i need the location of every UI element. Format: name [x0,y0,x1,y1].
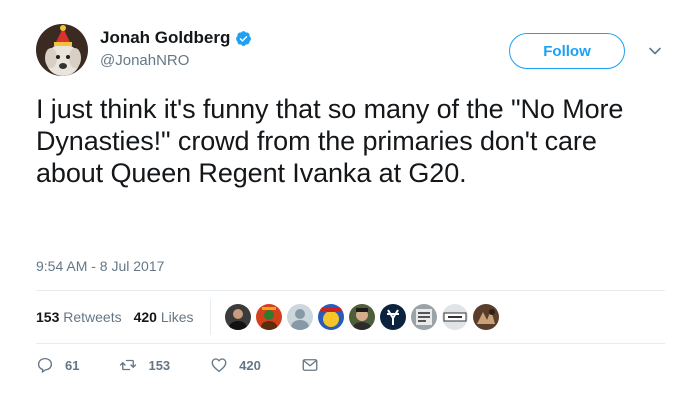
dog-avatar-icon [36,24,88,76]
direct-message-button[interactable] [301,356,319,374]
like-button[interactable]: 420 [210,356,261,374]
reply-count: 61 [65,357,80,373]
retweet-button[interactable]: 153 [119,356,170,374]
stats-separator [209,299,211,335]
author-display-name[interactable]: Jonah Goldberg [100,28,230,48]
retweets-stat[interactable]: 153 Retweets [36,309,122,325]
likes-stat[interactable]: 420 Likes [134,309,194,325]
artwork-avatar-icon [472,304,499,330]
yankees-logo-avatar-icon [379,304,406,330]
retweet-icon [120,359,137,371]
liker-avatar-8[interactable] [441,304,468,330]
liker-avatar-5[interactable] [348,304,375,330]
retweets-label: Retweets [63,309,122,325]
like-count: 420 [239,357,261,373]
author-name-row[interactable]: Jonah Goldberg [100,28,252,48]
costume-avatar-icon [255,304,282,330]
liker-avatar-6[interactable] [379,304,406,330]
liker-avatar-2[interactable] [255,304,282,330]
retweets-count: 153 [36,309,60,325]
tweet-stats: 153 Retweets 420 Likes [36,291,665,343]
liker-avatar-3[interactable] [286,304,313,330]
person-avatar-icon [348,304,375,330]
envelope-icon [302,359,318,371]
liker-avatar-7[interactable] [410,304,437,330]
author-avatar[interactable] [36,24,88,76]
person-avatar-icon [224,304,251,330]
author-handle[interactable]: @JonahNRO [100,52,189,69]
liker-avatar-9[interactable] [472,304,499,330]
think-sign-avatar-icon [441,304,468,330]
chevron-down-icon[interactable] [648,44,662,58]
liker-avatar-4[interactable] [317,304,344,330]
verified-badge-icon [235,30,252,47]
tweet-text: I just think it's funny that so many of … [36,94,624,188]
likes-count: 420 [133,309,157,325]
reply-button[interactable]: 61 [36,356,79,374]
retweet-count: 153 [148,357,171,373]
liker-avatar-1[interactable] [224,304,251,330]
heart-icon [211,358,227,373]
tweet-actions: 61 153 420 [36,356,359,374]
cartoon-avatar-icon [317,304,344,330]
follow-button[interactable]: Follow [509,33,625,69]
document-avatar-icon [410,304,437,330]
likes-label: Likes [160,309,194,325]
tweet-timestamp[interactable]: 9:54 AM - 8 Jul 2017 [36,258,164,274]
divider-bottom [36,343,665,344]
default-egg-avatar-icon [286,304,313,330]
liker-avatars [224,304,504,330]
reply-icon [37,357,53,373]
